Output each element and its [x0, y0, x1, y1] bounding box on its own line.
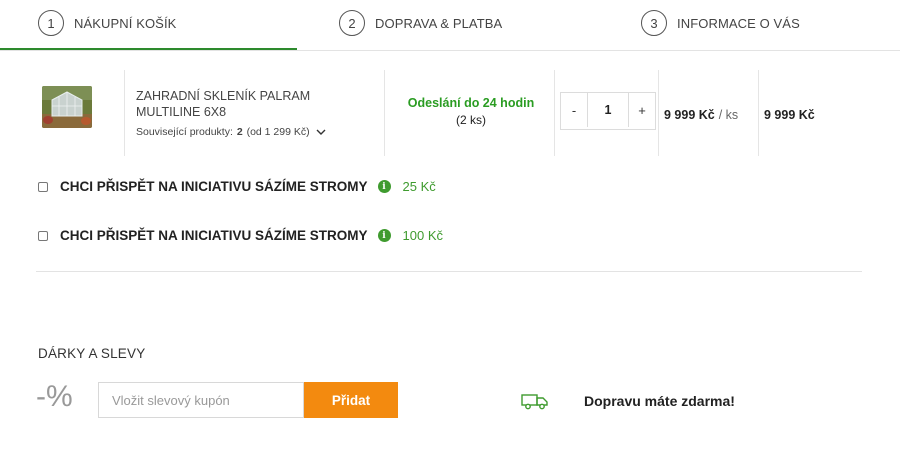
active-step-indicator [0, 48, 297, 50]
section-divider [36, 271, 862, 272]
related-label: Související produkty: [136, 126, 233, 138]
product-name[interactable]: ZAHRADNÍ SKLENÍK PALRAM MULTILINE 6X8 [136, 88, 366, 120]
column-divider [758, 70, 759, 156]
step-number: 1 [38, 10, 64, 36]
related-count: 2 [236, 126, 243, 138]
free-shipping-notice: Dopravu máte zdarma! [584, 393, 735, 409]
step-label: INFORMACE O VÁS [677, 15, 800, 31]
product-thumbnail[interactable] [42, 86, 92, 128]
column-divider [124, 70, 125, 156]
step-label: NÁKUPNÍ KOŠÍK [74, 15, 177, 31]
truck-icon [521, 394, 548, 410]
step-customer-info[interactable]: 3 INFORMACE O VÁS [641, 10, 800, 36]
related-products-toggle[interactable]: Související produkty: 2 (od 1 299 Kč) [136, 126, 326, 138]
step-shipping-payment[interactable]: 2 DOPRAVA & PLATBA [339, 10, 502, 36]
donation-label[interactable]: CHCI PŘISPĚT NA INICIATIVU SÁZÍME STROMY [60, 179, 368, 194]
quantity-input[interactable]: 1 [587, 93, 629, 127]
step-cart[interactable]: 1 NÁKUPNÍ KOŠÍK [38, 10, 176, 36]
quantity-decrease-button[interactable]: - [561, 93, 587, 127]
step-label: DOPRAVA & PLATBA [375, 15, 503, 31]
donation-option-100: CHCI PŘISPĚT NA INICIATIVU SÁZÍME STROMY… [38, 228, 443, 243]
donation-checkbox[interactable] [38, 230, 48, 241]
column-divider [658, 70, 659, 156]
donation-checkbox[interactable] [38, 181, 48, 192]
unit-price-suffix: / ks [718, 108, 739, 122]
unit-price-value: 9 999 Kč [664, 108, 715, 122]
column-divider [554, 70, 555, 156]
checkout-steps: 1 NÁKUPNÍ KOŠÍK 2 DOPRAVA & PLATBA 3 INF… [0, 0, 900, 51]
discount-percent-icon: -% [36, 380, 73, 413]
quantity-increase-button[interactable]: + [629, 93, 655, 127]
step-number: 3 [641, 10, 667, 36]
shipping-info: Odeslání do 24 hodin (2 ks) [386, 96, 556, 127]
related-price: (od 1 299 Kč) [246, 126, 310, 138]
total-price: 9 999 Kč [764, 108, 815, 122]
column-divider [384, 70, 385, 156]
chevron-down-icon [316, 129, 326, 135]
step-number: 2 [339, 10, 365, 36]
add-coupon-button[interactable]: Přidat [304, 382, 398, 418]
shipping-stock: (2 ks) [456, 113, 486, 127]
cart-item-row: ZAHRADNÍ SKLENÍK PALRAM MULTILINE 6X8 So… [36, 70, 826, 156]
quantity-stepper: - 1 + [560, 92, 656, 130]
donation-price: 25 Kč [402, 179, 436, 194]
unit-price: 9 999 Kč / ks [664, 108, 738, 122]
gifts-section-title: DÁRKY A SLEVY [38, 346, 146, 361]
info-icon[interactable]: i [377, 229, 391, 242]
donation-option-25: CHCI PŘISPĚT NA INICIATIVU SÁZÍME STROMY… [38, 179, 436, 194]
shipping-time: Odeslání do 24 hodin [407, 96, 535, 110]
info-icon[interactable]: i [377, 180, 391, 193]
donation-label[interactable]: CHCI PŘISPĚT NA INICIATIVU SÁZÍME STROMY [60, 228, 368, 243]
donation-price: 100 Kč [402, 228, 443, 243]
coupon-input[interactable]: Vložit slevový kupón [98, 382, 304, 418]
